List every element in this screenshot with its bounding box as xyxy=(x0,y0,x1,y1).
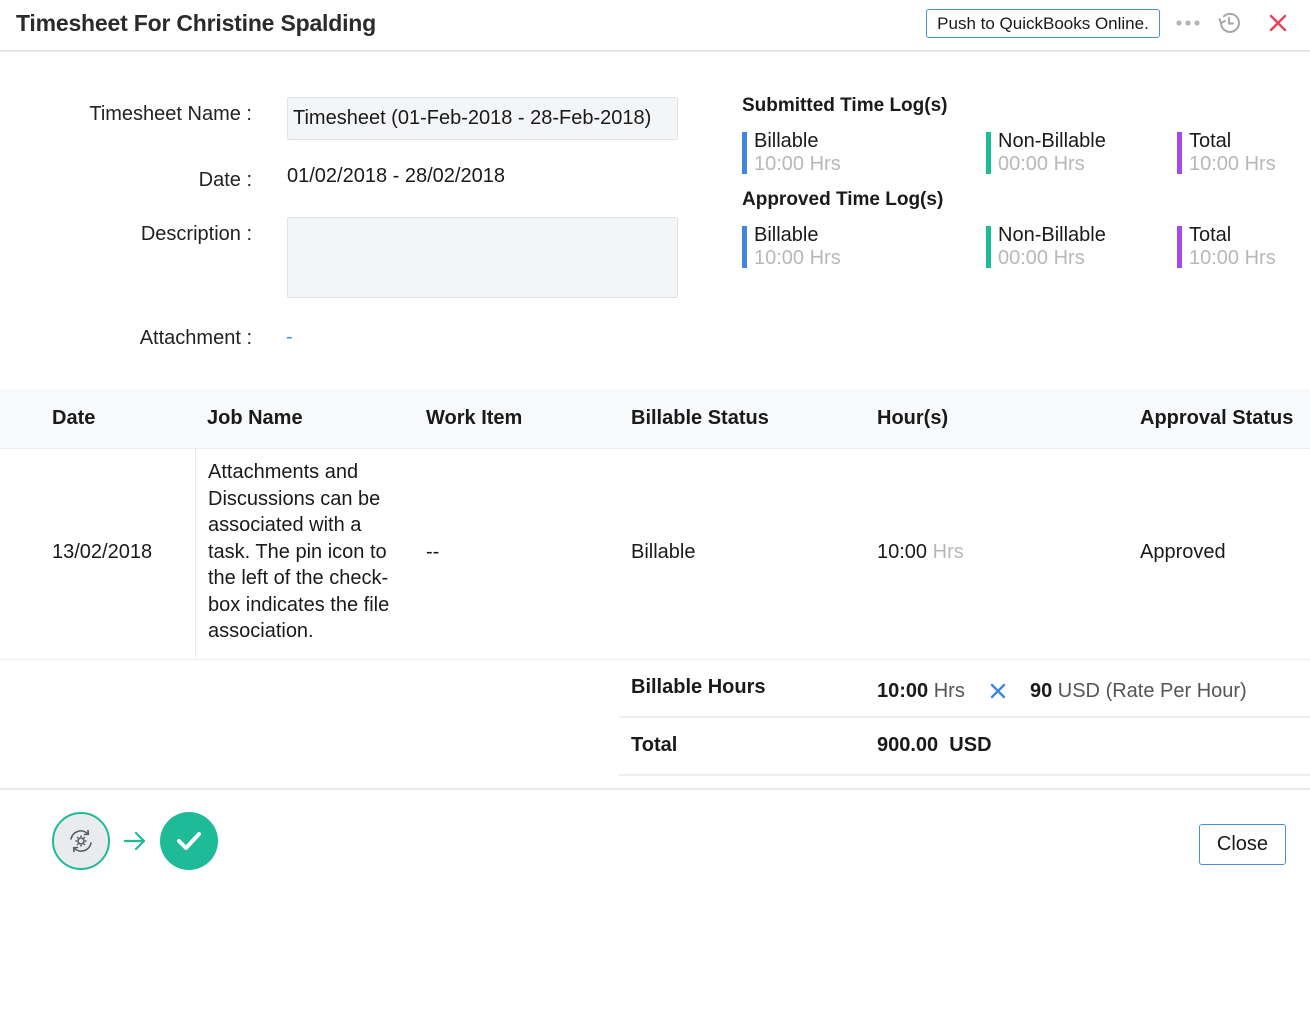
dialog-header: Timesheet For Christine Spalding Push to… xyxy=(0,0,1310,52)
total-summary-row: Total 900.00 USD xyxy=(619,718,1310,776)
description-input[interactable] xyxy=(287,217,678,298)
column-header-work-item: Work Item xyxy=(426,407,523,429)
dialog-title: Timesheet For Christine Spalding xyxy=(16,10,376,36)
billable-hours-summary-row: Billable Hours 10:00 Hrs 90 USD (Rate Pe… xyxy=(619,660,1310,718)
row-hours: 10:00 Hrs xyxy=(877,541,964,564)
column-header-job-name: Job Name xyxy=(207,407,303,429)
approved-total: Total 10:00 Hrs xyxy=(1177,224,1276,270)
column-header-hours: Hour(s) xyxy=(877,407,949,429)
push-to-quickbooks-button[interactable]: Push to QuickBooks Online. xyxy=(926,9,1160,38)
billable-hours-unit: Hrs xyxy=(933,680,965,702)
description-label: Description : xyxy=(140,223,252,245)
date-value: 01/02/2018 - 28/02/2018 xyxy=(287,165,505,187)
column-divider xyxy=(195,449,196,659)
workflow-step-submitted xyxy=(52,812,110,870)
total-color-bar xyxy=(1177,132,1182,174)
history-icon[interactable] xyxy=(1214,8,1244,38)
approved-time-logs-title: Approved Time Log(s) xyxy=(742,189,944,210)
attachment-value: - xyxy=(286,326,293,348)
billable-color-bar xyxy=(742,132,747,174)
row-work-item: -- xyxy=(426,541,440,563)
submitted-time-logs-title: Submitted Time Log(s) xyxy=(742,95,948,116)
column-header-billable-status: Billable Status xyxy=(631,407,769,429)
row-job-name: Attachments and Discussions can be assoc… xyxy=(208,461,390,642)
submitted-non-billable: Non-Billable 00:00 Hrs xyxy=(986,130,1106,176)
check-icon xyxy=(177,832,201,850)
billable-hours-value: 10:00 xyxy=(877,680,929,702)
row-date: 13/02/2018 xyxy=(52,541,153,563)
column-header-approval-status: Approval Status xyxy=(1140,407,1294,429)
workflow-step-approved xyxy=(160,812,218,870)
non-billable-color-bar xyxy=(986,132,991,174)
total-value: 900.00 USD xyxy=(877,734,992,756)
column-header-date: Date xyxy=(52,407,96,429)
date-label: Date : xyxy=(198,169,252,191)
table-header: Date Job Name Work Item Billable Status … xyxy=(0,389,1310,449)
row-approval-status: Approved xyxy=(1140,541,1226,563)
rate-note: (Rate Per Hour) xyxy=(1105,680,1247,702)
gear-sync-icon xyxy=(70,829,92,853)
approved-billable: Billable 10:00 Hrs xyxy=(742,224,841,270)
rate-value: 90 xyxy=(1029,680,1053,702)
close-icon[interactable] xyxy=(1263,8,1293,38)
footer-divider xyxy=(0,788,1310,790)
billable-hours-label: Billable Hours xyxy=(631,676,766,698)
billable-color-bar xyxy=(742,226,747,268)
submitted-billable: Billable 10:00 Hrs xyxy=(742,130,841,176)
table-row: 13/02/2018 Attachments and Discussions c… xyxy=(0,449,1310,660)
row-hours-unit: Hrs xyxy=(932,541,964,563)
timesheet-name-label: Timesheet Name : xyxy=(89,103,252,125)
total-color-bar xyxy=(1177,226,1182,268)
billable-hours-calculation: 10:00 Hrs 90 USD (Rate Per Hour) xyxy=(877,680,1247,705)
row-billable-status: Billable xyxy=(631,541,696,563)
total-label: Total xyxy=(631,734,678,756)
row-hours-value: 10:00 xyxy=(877,541,928,563)
submitted-total: Total 10:00 Hrs xyxy=(1177,130,1276,176)
rate-currency: USD xyxy=(1057,680,1100,702)
timesheet-name-input[interactable] xyxy=(287,97,678,140)
more-options-icon[interactable] xyxy=(1173,8,1203,38)
non-billable-color-bar xyxy=(986,226,991,268)
attachment-label: Attachment : xyxy=(139,327,252,349)
close-button[interactable]: Close xyxy=(1199,824,1286,865)
approved-non-billable: Non-Billable 00:00 Hrs xyxy=(986,224,1106,270)
multiply-icon xyxy=(990,682,1006,705)
arrow-right-icon xyxy=(122,830,148,857)
